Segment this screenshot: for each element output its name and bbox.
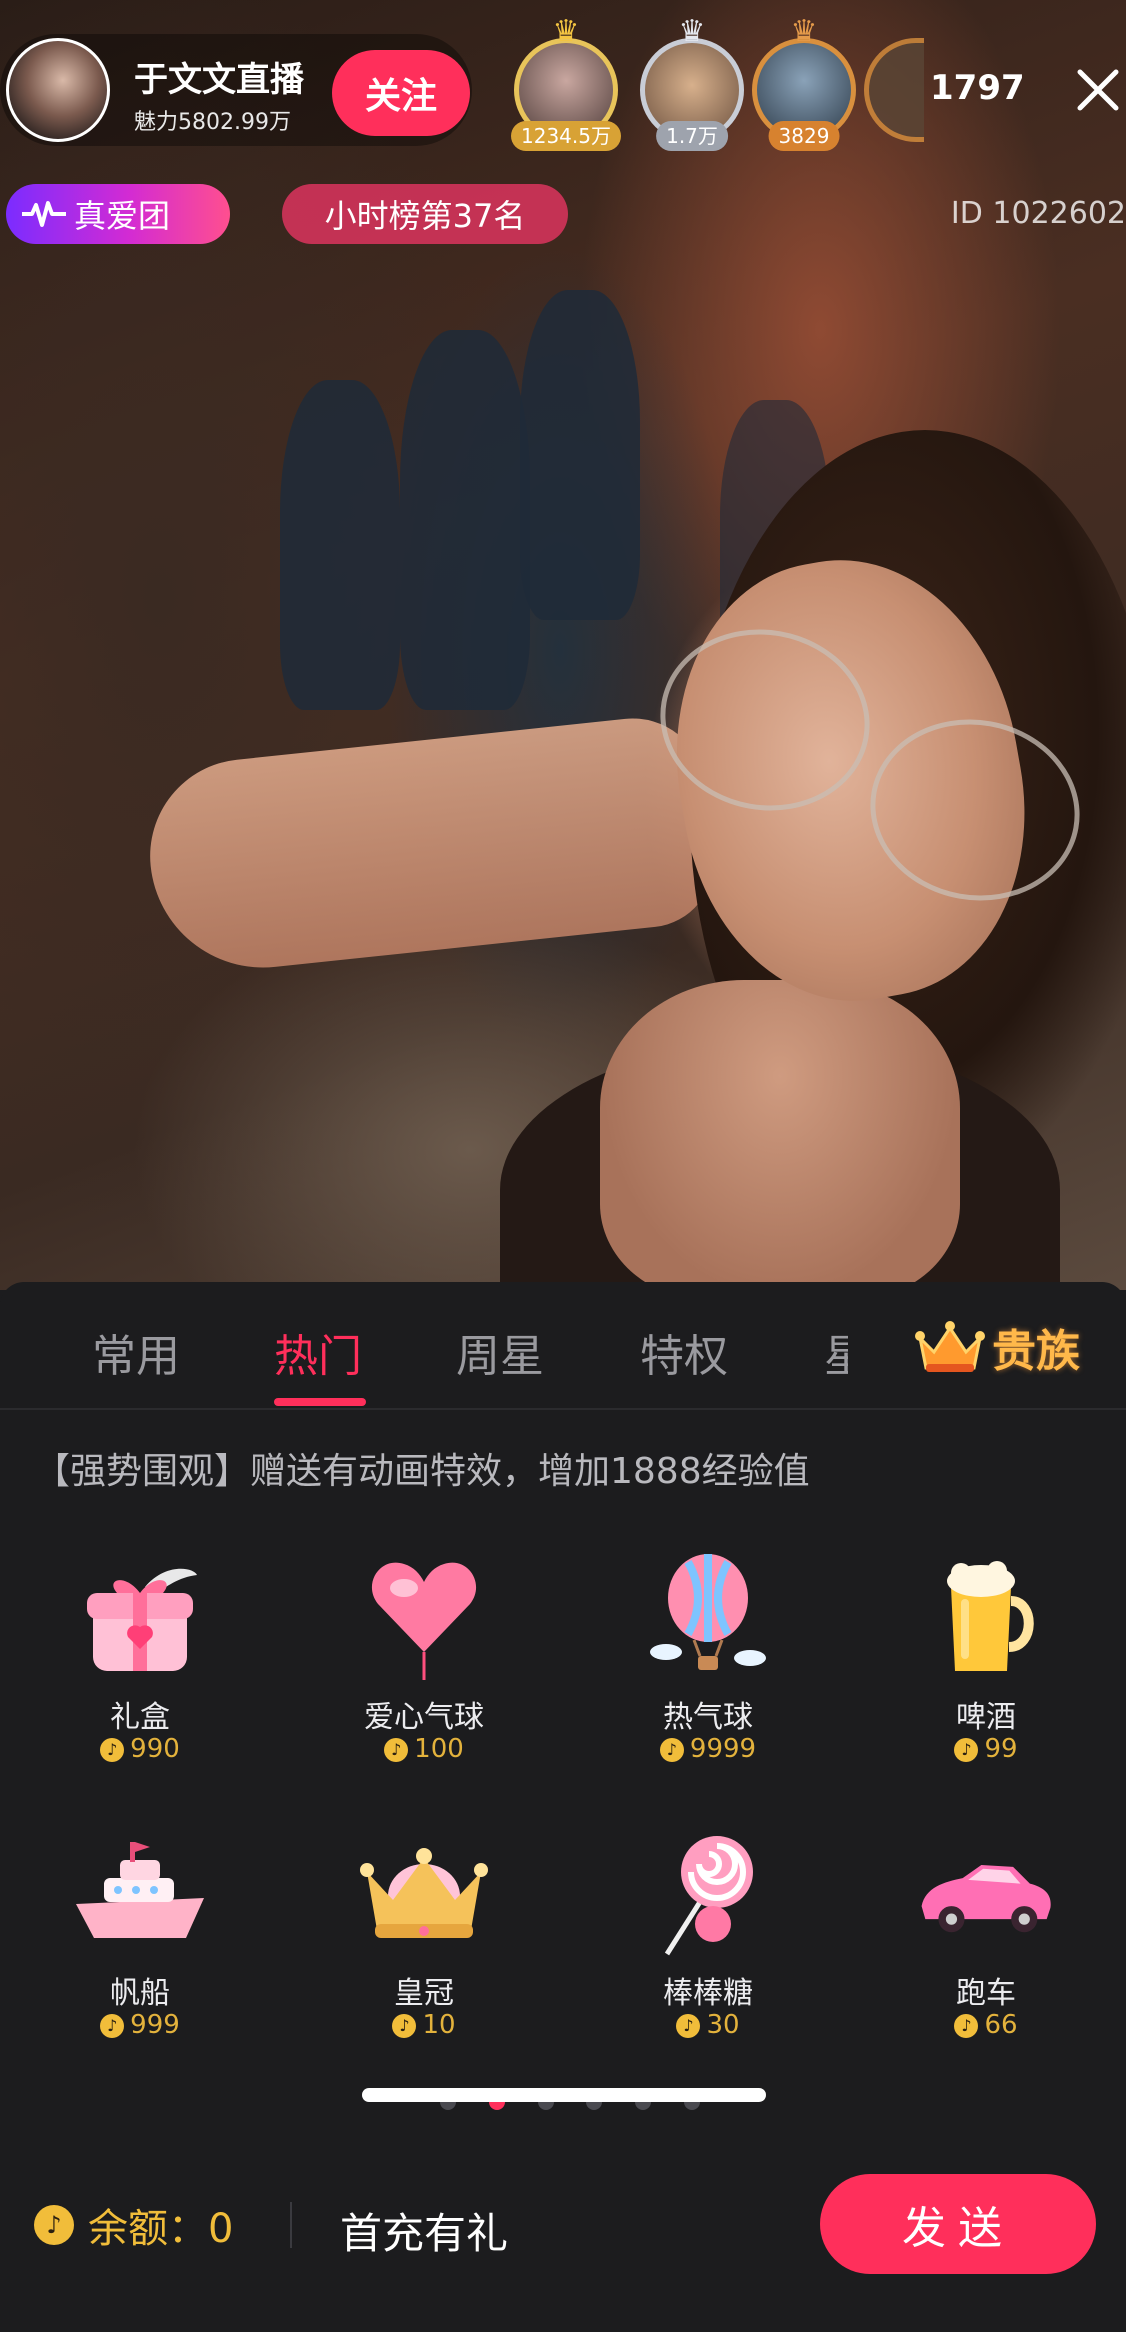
- gift-price: ♪ 990: [20, 1734, 260, 1764]
- crown-icon: ♛: [678, 14, 706, 49]
- top-viewer-avatar-3[interactable]: ♛ 3829: [752, 17, 856, 151]
- gift-name: 跑车: [956, 1976, 1016, 2011]
- gift-item-ship[interactable]: 帆船 ♪ 999: [20, 1828, 260, 2088]
- gift-panel: 常用 热门 周星 特权 星 贵族 【强势围观】赠送有动画特效，增加1888经验值: [0, 1282, 1126, 2332]
- gift-box-icon: [70, 1552, 210, 1682]
- background-person: [520, 290, 640, 620]
- gift-price-value: 990: [130, 1734, 180, 1764]
- active-tab-indicator: [274, 1398, 366, 1406]
- fan-club-label: 真爱团: [74, 197, 171, 235]
- coin-icon: ♪: [659, 1738, 684, 1762]
- host-name: 于文文直播: [134, 60, 304, 100]
- gift-grid: 礼盒 ♪ 990 爱心气球 ♪ 100 热气球 ♪ 9999 啤酒 ♪ 99 帆…: [0, 1552, 1126, 2112]
- beer-icon: [916, 1552, 1056, 1682]
- gift-price: ♪ 9999: [588, 1734, 828, 1764]
- gift-item-beer[interactable]: 啤酒 ♪ 99: [866, 1552, 1106, 1812]
- gift-price: ♪ 10: [304, 2010, 544, 2040]
- noble-tab[interactable]: 贵族: [914, 1312, 1080, 1382]
- streamer-arm: [140, 711, 720, 979]
- coin-icon: ♪: [954, 1738, 979, 1762]
- viewer-badge: 1234.5万: [511, 121, 621, 151]
- room-id: ID 1022602: [950, 196, 1126, 231]
- lollipop-icon: [638, 1828, 778, 1958]
- tab-common[interactable]: 常用: [92, 1320, 180, 1384]
- gift-name: 棒棒糖: [663, 1976, 753, 2011]
- background-person: [280, 380, 400, 710]
- gift-item-sports-car[interactable]: 跑车 ♪ 66: [866, 1828, 1106, 2088]
- balance[interactable]: ♪ 余额：0: [34, 2196, 233, 2254]
- close-icon: [1077, 69, 1119, 111]
- gift-price-value: 9999: [689, 1734, 757, 1764]
- first-charge-link[interactable]: 首充有礼: [340, 2200, 508, 2261]
- gift-price-value: 30: [706, 2010, 740, 2040]
- crown-icon: [354, 1828, 494, 1958]
- coin-icon: ♪: [676, 2014, 701, 2038]
- sports-car-icon: [916, 1828, 1056, 1958]
- noble-label: 贵族: [992, 1326, 1080, 1377]
- gift-price-value: 10: [422, 2010, 456, 2040]
- host-avatar[interactable]: [6, 38, 110, 142]
- fan-club-badge[interactable]: 真爱团: [6, 184, 230, 244]
- gift-price: ♪ 99: [866, 1734, 1106, 1764]
- coin-icon: ♪: [392, 2014, 417, 2038]
- gift-item-gift-box[interactable]: 礼盒 ♪ 990: [20, 1552, 260, 1812]
- gift-name: 礼盒: [110, 1700, 170, 1735]
- home-indicator[interactable]: [362, 2088, 766, 2102]
- tab-hot[interactable]: 热门: [274, 1320, 362, 1384]
- gift-item-heart-balloon[interactable]: 爱心气球 ♪ 100: [304, 1552, 544, 1812]
- gift-price-value: 99: [984, 1734, 1018, 1764]
- coin-icon: ♪: [384, 1738, 409, 1762]
- viewer-badge: 1.7万: [656, 121, 728, 151]
- tab-privilege[interactable]: 特权: [640, 1320, 728, 1384]
- ship-icon: [70, 1828, 210, 1958]
- viewer-badge: 3829: [768, 121, 840, 151]
- coin-icon: ♪: [100, 1738, 125, 1762]
- gift-name: 皇冠: [394, 1976, 454, 2011]
- hourly-rank-badge[interactable]: 小时榜第37名: [282, 184, 568, 244]
- divider: [290, 2202, 292, 2248]
- top-viewer-avatar-2[interactable]: ♛ 1.7万: [640, 17, 744, 151]
- gift-item-crown[interactable]: 皇冠 ♪ 10: [304, 1828, 544, 2088]
- gift-price-value: 66: [984, 2010, 1018, 2040]
- balance-label: 余额：0: [88, 2206, 234, 2252]
- gift-price-value: 999: [130, 2010, 180, 2040]
- send-button[interactable]: 发送: [820, 2174, 1096, 2274]
- follow-button[interactable]: 关注: [332, 50, 470, 136]
- close-button[interactable]: [1072, 64, 1124, 116]
- gift-name: 热气球: [663, 1700, 753, 1735]
- tab-weekly-star[interactable]: 周星: [456, 1320, 544, 1384]
- coin-icon: ♪: [34, 2205, 74, 2245]
- hot-air-balloon-icon: [638, 1552, 778, 1682]
- gift-price: ♪ 999: [20, 2010, 260, 2040]
- background-person: [400, 330, 530, 710]
- gift-name: 爱心气球: [364, 1700, 484, 1735]
- tab-partial[interactable]: 星: [824, 1320, 848, 1384]
- top-viewer-avatar-1[interactable]: ♛ 1234.5万: [511, 17, 621, 151]
- heartbeat-icon: [22, 201, 66, 227]
- heart-balloon-icon: [354, 1552, 494, 1682]
- noble-crown-icon: [915, 1321, 985, 1372]
- gift-item-lollipop[interactable]: 棒棒糖 ♪ 30: [588, 1828, 828, 2088]
- gift-description: 【强势围观】赠送有动画特效，增加1888经验值: [34, 1451, 810, 1492]
- gift-name: 帆船: [110, 1976, 170, 2011]
- gift-footer: ♪ 余额：0 首充有礼 发送: [0, 2152, 1126, 2302]
- gift-price: ♪ 30: [588, 2010, 828, 2040]
- crown-icon: ♛: [790, 14, 818, 49]
- viewer-count[interactable]: 1797: [930, 68, 1025, 108]
- host-charm: 魅力5802.99万: [134, 110, 291, 135]
- coin-icon: ♪: [954, 2014, 979, 2038]
- crown-icon: ♛: [552, 14, 580, 49]
- gift-tabs: 常用 热门 周星 特权 星 贵族: [0, 1282, 1126, 1410]
- gift-price: ♪ 100: [304, 1734, 544, 1764]
- coin-icon: ♪: [100, 2014, 125, 2038]
- streamer-chest: [600, 980, 960, 1290]
- gift-item-hot-air-balloon[interactable]: 热气球 ♪ 9999: [588, 1552, 828, 1812]
- gift-price-value: 100: [414, 1734, 464, 1764]
- gift-price: ♪ 66: [866, 2010, 1106, 2040]
- gift-name: 啤酒: [956, 1700, 1016, 1735]
